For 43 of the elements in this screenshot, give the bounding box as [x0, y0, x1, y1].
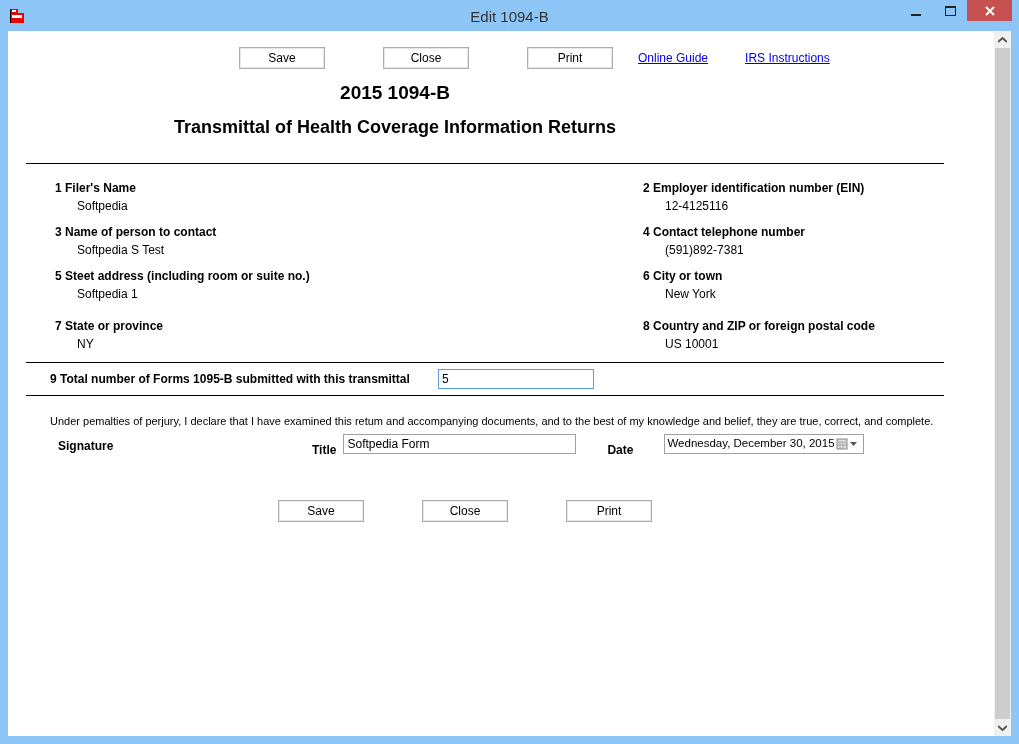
field-value: Softpedia — [77, 197, 129, 215]
declaration-text: Under pemalties of perjury, I declare that I have examined this retum and accompanying documents, and to the best of my knowledge and belief, they are true, correct, and complete. — [50, 414, 934, 427]
field-label: Date — [607, 442, 634, 459]
field-label: Signature — [58, 439, 114, 453]
field-value: (591)892-7381 — [665, 241, 745, 259]
link[interactable]: IRS Instructions — [745, 49, 830, 67]
input-field[interactable]: 5 — [438, 368, 594, 389]
form-heading: 2015 1094-B — [340, 81, 450, 105]
field-label: Title — [312, 442, 337, 459]
date-picker[interactable]: Wednesday, December 30, 2015 — [664, 434, 865, 454]
link[interactable]: Online Guide — [638, 49, 709, 67]
field-value: Softpedia S Test — [77, 241, 166, 259]
form-subheading: Transmittal of Health Coverage Information Returns — [173, 115, 617, 139]
form-button[interactable]: Save — [278, 500, 364, 522]
form-button[interactable]: Close — [383, 47, 469, 69]
field-label: 9 Total number of Forms 1095-B submitted with this transmittal — [50, 370, 411, 388]
app-icon — [9, 7, 25, 24]
field-label: 7 State or province — [55, 317, 165, 335]
field-value: US 10001 — [665, 335, 720, 353]
form-button[interactable]: Print — [566, 500, 652, 522]
minimize-icon — [911, 13, 921, 16]
maximize-icon — [944, 5, 956, 16]
input-field[interactable]: Softpedia Form — [343, 434, 577, 454]
scroll-up-icon[interactable] — [998, 36, 1007, 43]
close-icon — [984, 5, 995, 16]
field-label: 4 Contact telephone number — [643, 223, 807, 241]
form-button[interactable]: Print — [527, 47, 613, 69]
field-value: 12-4125116 — [665, 197, 730, 215]
scrollbar[interactable] — [994, 31, 1011, 736]
close-button[interactable] — [967, 0, 1012, 21]
field-label: 3 Name of person to contact — [55, 223, 218, 241]
field-value: Softpedia 1 — [77, 285, 139, 303]
field-label: 6 City or town — [643, 267, 724, 285]
field-value: NY — [77, 335, 95, 353]
field-label: 2 Employer identification number (EIN) — [643, 179, 866, 197]
window-title: Edit 1094-B — [470, 7, 549, 27]
form-button[interactable]: Close — [422, 500, 508, 522]
field-label: 5 Steet address (including room or suite no.) — [55, 267, 311, 285]
field-value: New York — [665, 285, 717, 303]
field-label: 1 Filer's Name — [55, 179, 137, 197]
field-label: 8 Country and ZIP or foreign postal code — [643, 317, 876, 335]
scroll-down-icon[interactable] — [998, 724, 1007, 731]
form-button[interactable]: Save — [239, 47, 325, 69]
